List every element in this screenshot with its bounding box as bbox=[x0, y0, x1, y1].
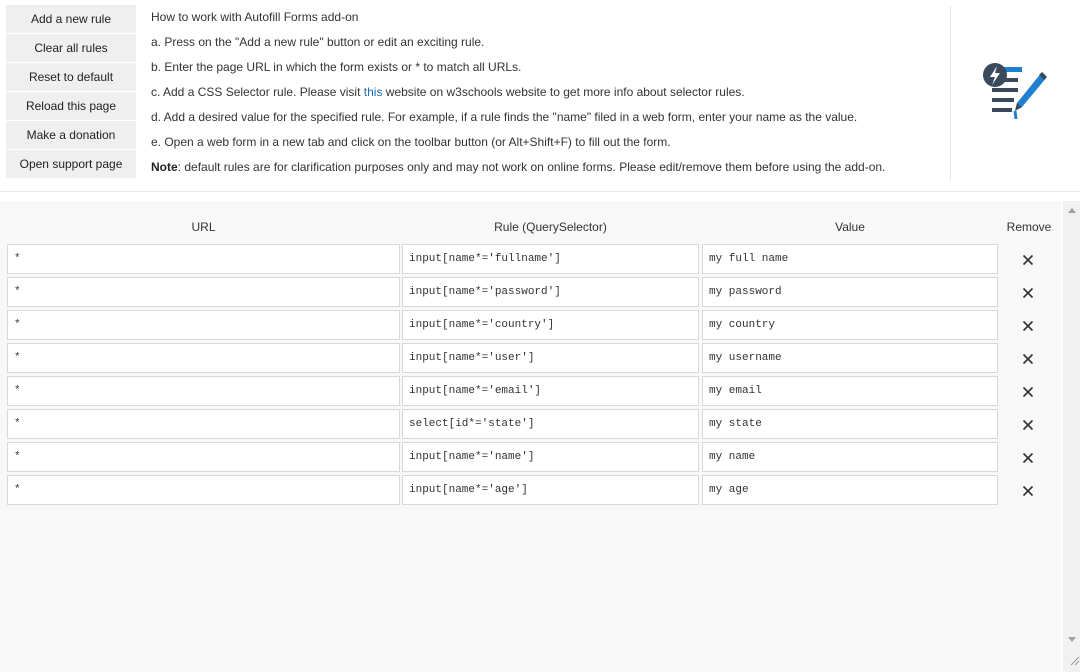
table-row: * select[id*='state'] my state bbox=[0, 409, 1062, 442]
value-input[interactable]: my country bbox=[702, 310, 998, 340]
help-note: Note: default rules are for clarificatio… bbox=[151, 159, 941, 184]
help-note-text: : default rules are for clarification pu… bbox=[177, 160, 886, 174]
header-divider bbox=[950, 6, 951, 180]
table-row: * input[name*='country'] my country bbox=[0, 310, 1062, 343]
arrow-up-icon[interactable] bbox=[1063, 201, 1080, 218]
column-header-remove: Remove bbox=[1006, 220, 1052, 234]
autofill-forms-logo-icon bbox=[980, 62, 1050, 122]
url-input[interactable]: * bbox=[7, 409, 400, 439]
help-step-a: a. Press on the "Add a new rule" button … bbox=[151, 35, 485, 49]
help-step-b: b. Enter the page URL in which the form … bbox=[151, 60, 522, 74]
close-icon[interactable] bbox=[1019, 482, 1037, 500]
url-input[interactable]: * bbox=[7, 277, 400, 307]
help-step-d: d. Add a desired value for the specified… bbox=[151, 110, 858, 124]
rule-input[interactable]: input[name*='country'] bbox=[402, 310, 699, 340]
add-new-rule-button[interactable]: Add a new rule bbox=[6, 5, 136, 33]
rule-input[interactable]: input[name*='user'] bbox=[402, 343, 699, 373]
table-row: * input[name*='password'] my password bbox=[0, 277, 1062, 310]
header-panel: Add a new rule Clear all rules Reset to … bbox=[0, 0, 1080, 192]
rules-table: URL Rule (QuerySelector) Value Remove * … bbox=[0, 201, 1062, 672]
url-input[interactable]: * bbox=[7, 244, 400, 274]
url-input[interactable]: * bbox=[7, 475, 400, 505]
column-header-rule: Rule (QuerySelector) bbox=[494, 220, 607, 234]
value-input[interactable]: my age bbox=[702, 475, 998, 505]
value-input[interactable]: my username bbox=[702, 343, 998, 373]
arrow-down-icon[interactable] bbox=[1063, 631, 1080, 648]
value-input[interactable]: my password bbox=[702, 277, 998, 307]
value-input[interactable]: my full name bbox=[702, 244, 998, 274]
rule-input[interactable]: input[name*='password'] bbox=[402, 277, 699, 307]
close-icon[interactable] bbox=[1019, 416, 1037, 434]
help-instructions: How to work with Autofill Forms add-on a… bbox=[151, 9, 941, 184]
rule-input[interactable]: select[id*='state'] bbox=[402, 409, 699, 439]
value-input[interactable]: my email bbox=[702, 376, 998, 406]
help-step-c: c. Add a CSS Selector rule. Please visit… bbox=[151, 84, 941, 109]
help-note-label: Note bbox=[151, 160, 178, 174]
rule-input[interactable]: input[name*='fullname'] bbox=[402, 244, 699, 274]
sidebar: Add a new rule Clear all rules Reset to … bbox=[6, 5, 136, 179]
table-row: * input[name*='name'] my name bbox=[0, 442, 1062, 475]
url-input[interactable]: * bbox=[7, 442, 400, 472]
column-header-url: URL bbox=[191, 220, 216, 234]
url-input[interactable]: * bbox=[7, 376, 400, 406]
close-icon[interactable] bbox=[1019, 317, 1037, 335]
close-icon[interactable] bbox=[1019, 251, 1037, 269]
help-step-c-suffix: website on w3schools website to get more… bbox=[382, 85, 745, 99]
table-row: * input[name*='fullname'] my full name bbox=[0, 244, 1062, 277]
table-row: * input[name*='email'] my email bbox=[0, 376, 1062, 409]
help-title: How to work with Autofill Forms add-on bbox=[151, 10, 359, 24]
help-step-e: e. Open a web form in a new tab and clic… bbox=[151, 135, 671, 149]
rule-input[interactable]: input[name*='email'] bbox=[402, 376, 699, 406]
rule-input[interactable]: input[name*='age'] bbox=[402, 475, 699, 505]
clear-all-rules-button[interactable]: Clear all rules bbox=[6, 34, 136, 62]
rule-input[interactable]: input[name*='name'] bbox=[402, 442, 699, 472]
url-input[interactable]: * bbox=[7, 310, 400, 340]
close-icon[interactable] bbox=[1019, 383, 1037, 401]
column-header-value: Value bbox=[835, 220, 865, 234]
reset-to-default-button[interactable]: Reset to default bbox=[6, 63, 136, 91]
reload-page-button[interactable]: Reload this page bbox=[6, 92, 136, 120]
value-input[interactable]: my name bbox=[702, 442, 998, 472]
vertical-scrollbar[interactable] bbox=[1063, 201, 1080, 672]
w3schools-link[interactable]: this bbox=[364, 85, 383, 99]
table-row: * input[name*='age'] my age bbox=[0, 475, 1062, 508]
help-step-c-prefix: c. Add a CSS Selector rule. Please visit bbox=[151, 85, 364, 99]
table-row: * input[name*='user'] my username bbox=[0, 343, 1062, 376]
url-input[interactable]: * bbox=[7, 343, 400, 373]
close-icon[interactable] bbox=[1019, 449, 1037, 467]
open-support-page-button[interactable]: Open support page bbox=[6, 150, 136, 178]
make-donation-button[interactable]: Make a donation bbox=[6, 121, 136, 149]
value-input[interactable]: my state bbox=[702, 409, 998, 439]
close-icon[interactable] bbox=[1019, 284, 1037, 302]
close-icon[interactable] bbox=[1019, 350, 1037, 368]
resize-grip-icon[interactable] bbox=[1068, 654, 1080, 666]
